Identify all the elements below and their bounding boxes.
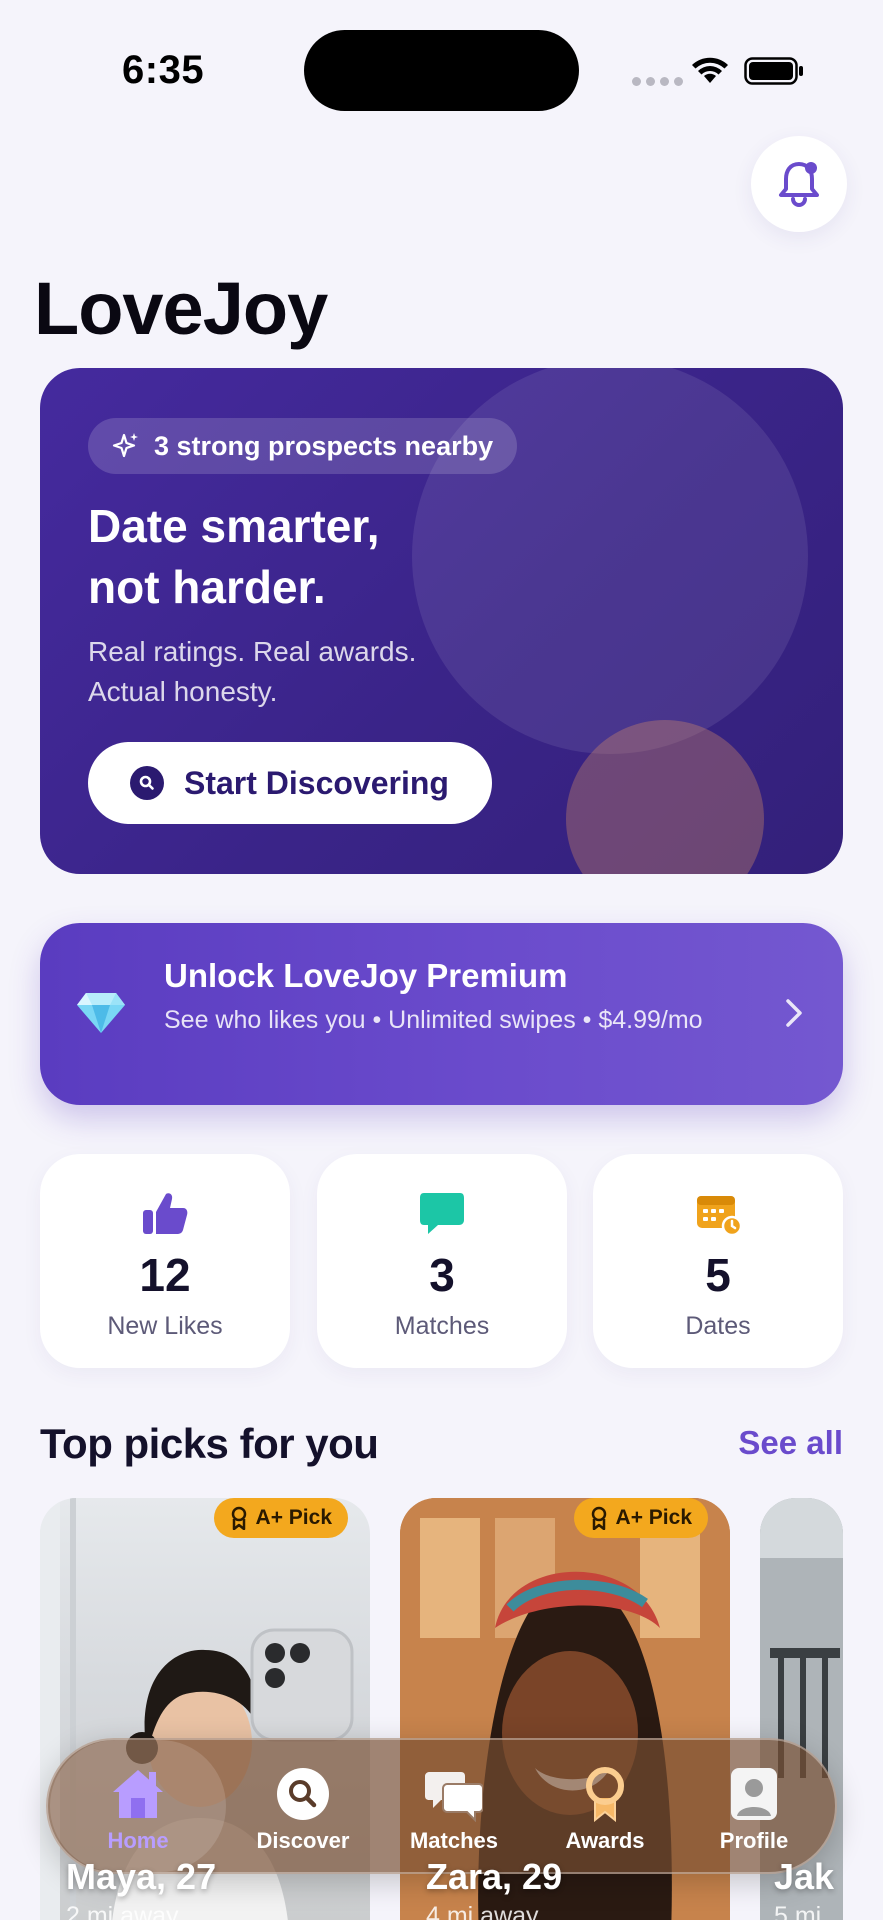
stat-label: New Likes [107, 1312, 223, 1340]
premium-description: See who likes you • Unlimited swipes • $… [164, 1006, 703, 1034]
pick-name: Maya, 27 [66, 1856, 217, 1897]
stat-card-matches[interactable]: 3 Matches [317, 1154, 567, 1368]
pick-name: Zara, 29 [426, 1856, 563, 1897]
chat-bubble-icon [420, 1193, 464, 1234]
dynamic-island [304, 30, 579, 111]
search-icon [277, 1768, 329, 1820]
stat-value: 5 [705, 1249, 731, 1301]
hero-heading-line: Date smarter, [88, 500, 380, 552]
tab-awards[interactable]: Awards [530, 1740, 680, 1872]
pick-badge-label: A+ Pick [615, 1506, 692, 1529]
battery-icon [744, 57, 803, 85]
hero-heading-line: not harder. [88, 561, 326, 613]
tab-label: Matches [409, 1828, 499, 1853]
stat-label: Dates [685, 1312, 751, 1340]
pick-badge-label: A+ Pick [255, 1506, 332, 1529]
pick-distance: 2 mi away [66, 1902, 179, 1920]
award-icon [231, 1506, 246, 1530]
stat-card-dates[interactable]: 5 Dates [593, 1154, 843, 1368]
stat-value: 3 [429, 1249, 455, 1301]
start-discovering-button[interactable]: Start Discovering [88, 742, 492, 824]
chevron-right-icon [786, 999, 802, 1027]
gem-icon [77, 993, 125, 1033]
pick-name: Jak [774, 1856, 835, 1897]
chat-bubbles-icon [425, 1772, 483, 1822]
tab-bar: Home Discover Matches Awards Profile [46, 1738, 837, 1874]
profile-icon [731, 1768, 777, 1820]
status-bar: 6:35 [0, 0, 883, 130]
award-icon [586, 1767, 624, 1822]
page-title: LoveJoy [34, 267, 328, 350]
hero-card: 3 strong prospects nearby Date smarter, … [40, 368, 843, 874]
pick-distance: 5 mi [774, 1902, 822, 1920]
pick-distance: 4 mi away [426, 1902, 539, 1920]
see-all-link[interactable]: See all [738, 1424, 843, 1462]
start-discovering-label: Start Discovering [184, 764, 449, 801]
tab-label: Profile [719, 1828, 789, 1853]
tab-discover[interactable]: Discover [228, 1740, 378, 1872]
stat-card-new-likes[interactable]: 12 New Likes [40, 1154, 290, 1368]
prospects-badge: 3 strong prospects nearby [88, 418, 518, 474]
wifi-icon [692, 57, 728, 83]
thumbs-up-icon [143, 1193, 188, 1234]
hero-subtitle-line: Actual honesty. [88, 676, 278, 707]
a-plus-pick-badge: A+ Pick [573, 1498, 708, 1538]
tab-label: Home [107, 1828, 169, 1853]
tab-matches[interactable]: Matches [379, 1740, 529, 1872]
stat-value: 12 [139, 1249, 191, 1301]
search-icon [130, 766, 164, 800]
notifications-button[interactable] [751, 136, 847, 232]
premium-upsell-card[interactable]: Unlock LoveJoy Premium See who likes you… [40, 923, 843, 1105]
award-icon [591, 1506, 606, 1530]
tab-label: Awards [565, 1828, 645, 1853]
tab-label: Discover [256, 1828, 350, 1853]
prospects-badge-label: 3 strong prospects nearby [154, 430, 494, 461]
hero-subtitle: Real ratings. Real awards. Actual honest… [88, 632, 488, 712]
tab-home[interactable]: Home [50, 1740, 226, 1872]
bell-icon [779, 162, 819, 207]
top-picks-title: Top picks for you [40, 1420, 379, 1467]
hero-subtitle-line: Real ratings. Real awards. [88, 636, 417, 667]
a-plus-pick-badge: A+ Pick [213, 1498, 348, 1538]
premium-title: Unlock LoveJoy Premium [164, 957, 568, 994]
tab-profile[interactable]: Profile [679, 1740, 829, 1872]
cellular-signal-icon [632, 77, 683, 86]
status-time: 6:35 [122, 48, 205, 92]
calendar-icon [697, 1196, 742, 1236]
sparkles-icon [112, 433, 138, 458]
home-icon [113, 1770, 163, 1818]
stat-label: Matches [394, 1312, 490, 1340]
hero-heading: Date smarter, not harder. [88, 496, 488, 618]
